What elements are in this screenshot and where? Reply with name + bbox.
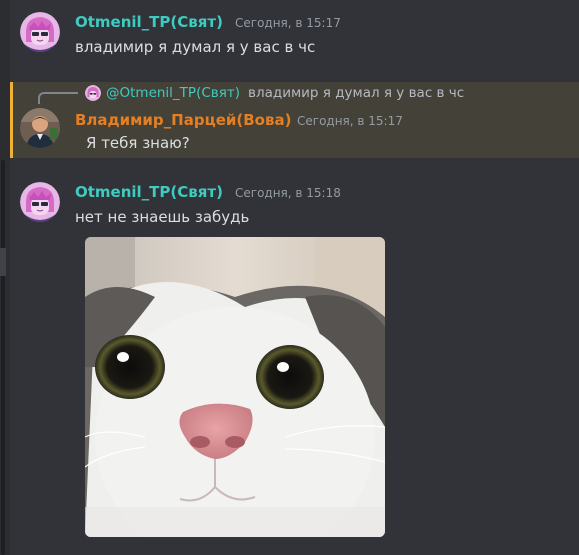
- message-author[interactable]: Otmenil_TP(Свят): [75, 183, 223, 201]
- reply-avatar[interactable]: [85, 85, 101, 101]
- left-scroll-gutter: [0, 0, 10, 555]
- reply-author[interactable]: @Otmenil_TP(Свят): [106, 85, 240, 101]
- scrollbar-track[interactable]: [1, 160, 5, 555]
- message-text: Я тебя знаю?: [86, 134, 190, 152]
- cat-photo-image[interactable]: [85, 237, 385, 537]
- scrollbar-thumb[interactable]: [0, 248, 6, 276]
- message-timestamp: Сегодня, в 15:17: [235, 16, 341, 30]
- message-text: нет не знаешь забудь: [75, 208, 250, 226]
- reply-connector: [38, 92, 78, 104]
- message-timestamp: Сегодня, в 15:18: [235, 186, 341, 200]
- avatar[interactable]: [20, 182, 60, 222]
- message-text: владимир я думал я у вас в чс: [75, 38, 316, 56]
- reply-preview-text[interactable]: владимир я думал я у вас в чс: [248, 85, 464, 101]
- avatar[interactable]: [20, 108, 60, 148]
- chat-message-list: Otmenil_TP(Свят) Сегодня, в 15:17 владим…: [0, 0, 579, 555]
- mention-bar: [10, 82, 13, 158]
- message-author[interactable]: Otmenil_TP(Свят): [75, 13, 223, 31]
- avatar[interactable]: [20, 12, 60, 52]
- message-timestamp: Сегодня, в 15:17: [297, 114, 403, 128]
- message-author[interactable]: Владимир_Парцей(Вова): [75, 111, 291, 129]
